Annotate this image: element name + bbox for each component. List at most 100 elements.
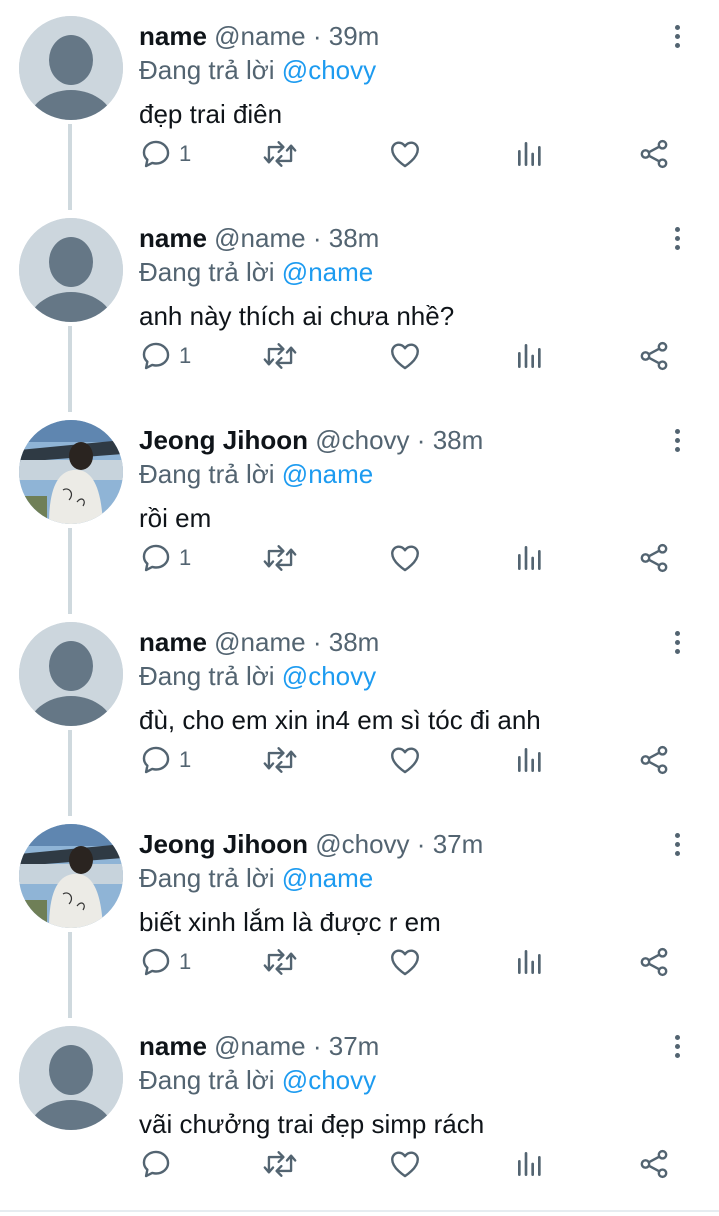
tweet[interactable]: name @name · 37m Đang trả lời @chovy vãi… (0, 1010, 719, 1212)
timestamp[interactable]: 38m (433, 425, 484, 455)
timestamp[interactable]: 37m (433, 829, 484, 859)
tweet-text: đẹp trai điên (139, 99, 283, 129)
reply-count: 1 (179, 343, 192, 368)
reply-prefix: Đang trả lời (139, 1065, 275, 1095)
share-button[interactable] (637, 942, 671, 982)
share-button[interactable] (637, 538, 671, 578)
retweet-button[interactable] (262, 942, 298, 982)
like-button[interactable] (388, 1144, 422, 1184)
more-vertical-icon[interactable] (666, 424, 688, 456)
separator: · (416, 425, 426, 455)
more-vertical-icon[interactable] (666, 20, 688, 52)
reply-prefix: Đang trả lời (139, 55, 275, 85)
handle[interactable]: @chovy (315, 425, 409, 455)
handle[interactable]: @name (214, 223, 305, 253)
reply-button[interactable]: 1 (139, 740, 191, 780)
share-button[interactable] (637, 134, 671, 174)
avatar[interactable] (19, 420, 123, 524)
avatar[interactable] (19, 622, 123, 726)
timestamp[interactable]: 38m (329, 627, 380, 657)
like-button[interactable] (388, 336, 422, 376)
handle[interactable]: @name (214, 627, 305, 657)
reply-button[interactable] (139, 1144, 179, 1184)
mention-link[interactable]: @chovy (282, 1065, 376, 1095)
timestamp[interactable]: 39m (329, 21, 380, 51)
like-icon (391, 747, 419, 774)
reply-button[interactable]: 1 (139, 134, 191, 174)
reply-icon (142, 544, 170, 572)
action-bar: 1 (0, 942, 719, 982)
retweet-button[interactable] (262, 538, 298, 578)
display-name[interactable]: Jeong Jihoon (139, 425, 308, 455)
display-name[interactable]: name (139, 1031, 207, 1061)
retweet-button[interactable] (262, 740, 298, 780)
display-name[interactable]: name (139, 627, 207, 657)
retweet-icon (263, 1151, 297, 1177)
mention-link[interactable]: @name (282, 863, 373, 893)
mention-link[interactable]: @name (282, 459, 373, 489)
views-button[interactable] (514, 134, 546, 174)
more-vertical-icon[interactable] (666, 222, 688, 254)
timestamp[interactable]: 37m (329, 1031, 380, 1061)
reply-prefix: Đang trả lời (139, 661, 275, 691)
like-button[interactable] (388, 942, 422, 982)
reply-count: 1 (179, 747, 192, 772)
share-icon (640, 341, 668, 371)
handle[interactable]: @name (214, 1031, 305, 1061)
tweet[interactable]: Jeong Jihoon @chovy · 38m Đang trả lời @… (0, 404, 719, 614)
share-icon (640, 1149, 668, 1179)
mention-link[interactable]: @chovy (282, 55, 376, 85)
views-button[interactable] (514, 538, 546, 578)
tweet-header: Jeong Jihoon @chovy · 37m (139, 828, 483, 860)
handle[interactable]: @name (214, 21, 305, 51)
display-name[interactable]: name (139, 21, 207, 51)
like-button[interactable] (388, 538, 422, 578)
like-button[interactable] (388, 134, 422, 174)
tweet[interactable]: name @name · 38m Đang trả lời @name anh … (0, 202, 719, 412)
display-name[interactable]: Jeong Jihoon (139, 829, 308, 859)
views-button[interactable] (514, 740, 546, 780)
display-name[interactable]: name (139, 223, 207, 253)
share-button[interactable] (637, 1144, 671, 1184)
retweet-button[interactable] (262, 134, 298, 174)
timestamp[interactable]: 38m (329, 223, 380, 253)
tweet[interactable]: name @name · 39m Đang trả lời @chovy đẹp… (0, 0, 719, 210)
views-button[interactable] (514, 336, 546, 376)
reply-count: 1 (179, 949, 192, 974)
reply-button[interactable]: 1 (139, 538, 191, 578)
tweet-text: biết xinh lắm là được r em (139, 907, 441, 937)
reply-prefix: Đang trả lời (139, 257, 275, 287)
avatar[interactable] (19, 1026, 123, 1130)
tweet-text: rồi em (139, 503, 212, 533)
mention-link[interactable]: @name (282, 257, 373, 287)
replying-to: Đang trả lời @chovy (139, 660, 376, 692)
replying-to: Đang trả lời @chovy (139, 54, 376, 86)
handle[interactable]: @chovy (315, 829, 409, 859)
tweet-header: name @name · 39m (139, 20, 379, 52)
tweet[interactable]: Jeong Jihoon @chovy · 37m Đang trả lời @… (0, 808, 719, 1018)
more-vertical-icon[interactable] (666, 1030, 688, 1062)
like-icon (391, 949, 419, 976)
views-icon (518, 546, 541, 570)
share-button[interactable] (637, 740, 671, 780)
share-button[interactable] (637, 336, 671, 376)
mention-link[interactable]: @chovy (282, 661, 376, 691)
avatar[interactable] (19, 16, 123, 120)
action-bar: 1 (0, 134, 719, 174)
views-button[interactable] (514, 1144, 546, 1184)
tweet[interactable]: name @name · 38m Đang trả lời @chovy đù,… (0, 606, 719, 816)
avatar[interactable] (19, 824, 123, 928)
retweet-button[interactable] (262, 336, 298, 376)
more-vertical-icon[interactable] (666, 626, 688, 658)
action-bar: 1 (0, 740, 719, 780)
separator: · (312, 1031, 322, 1061)
like-button[interactable] (388, 740, 422, 780)
views-icon (518, 344, 541, 368)
reply-button[interactable]: 1 (139, 336, 191, 376)
reply-button[interactable]: 1 (139, 942, 191, 982)
more-vertical-icon[interactable] (666, 828, 688, 860)
views-button[interactable] (514, 942, 546, 982)
retweet-button[interactable] (262, 1144, 298, 1184)
avatar[interactable] (19, 218, 123, 322)
reply-count: 1 (179, 545, 192, 570)
